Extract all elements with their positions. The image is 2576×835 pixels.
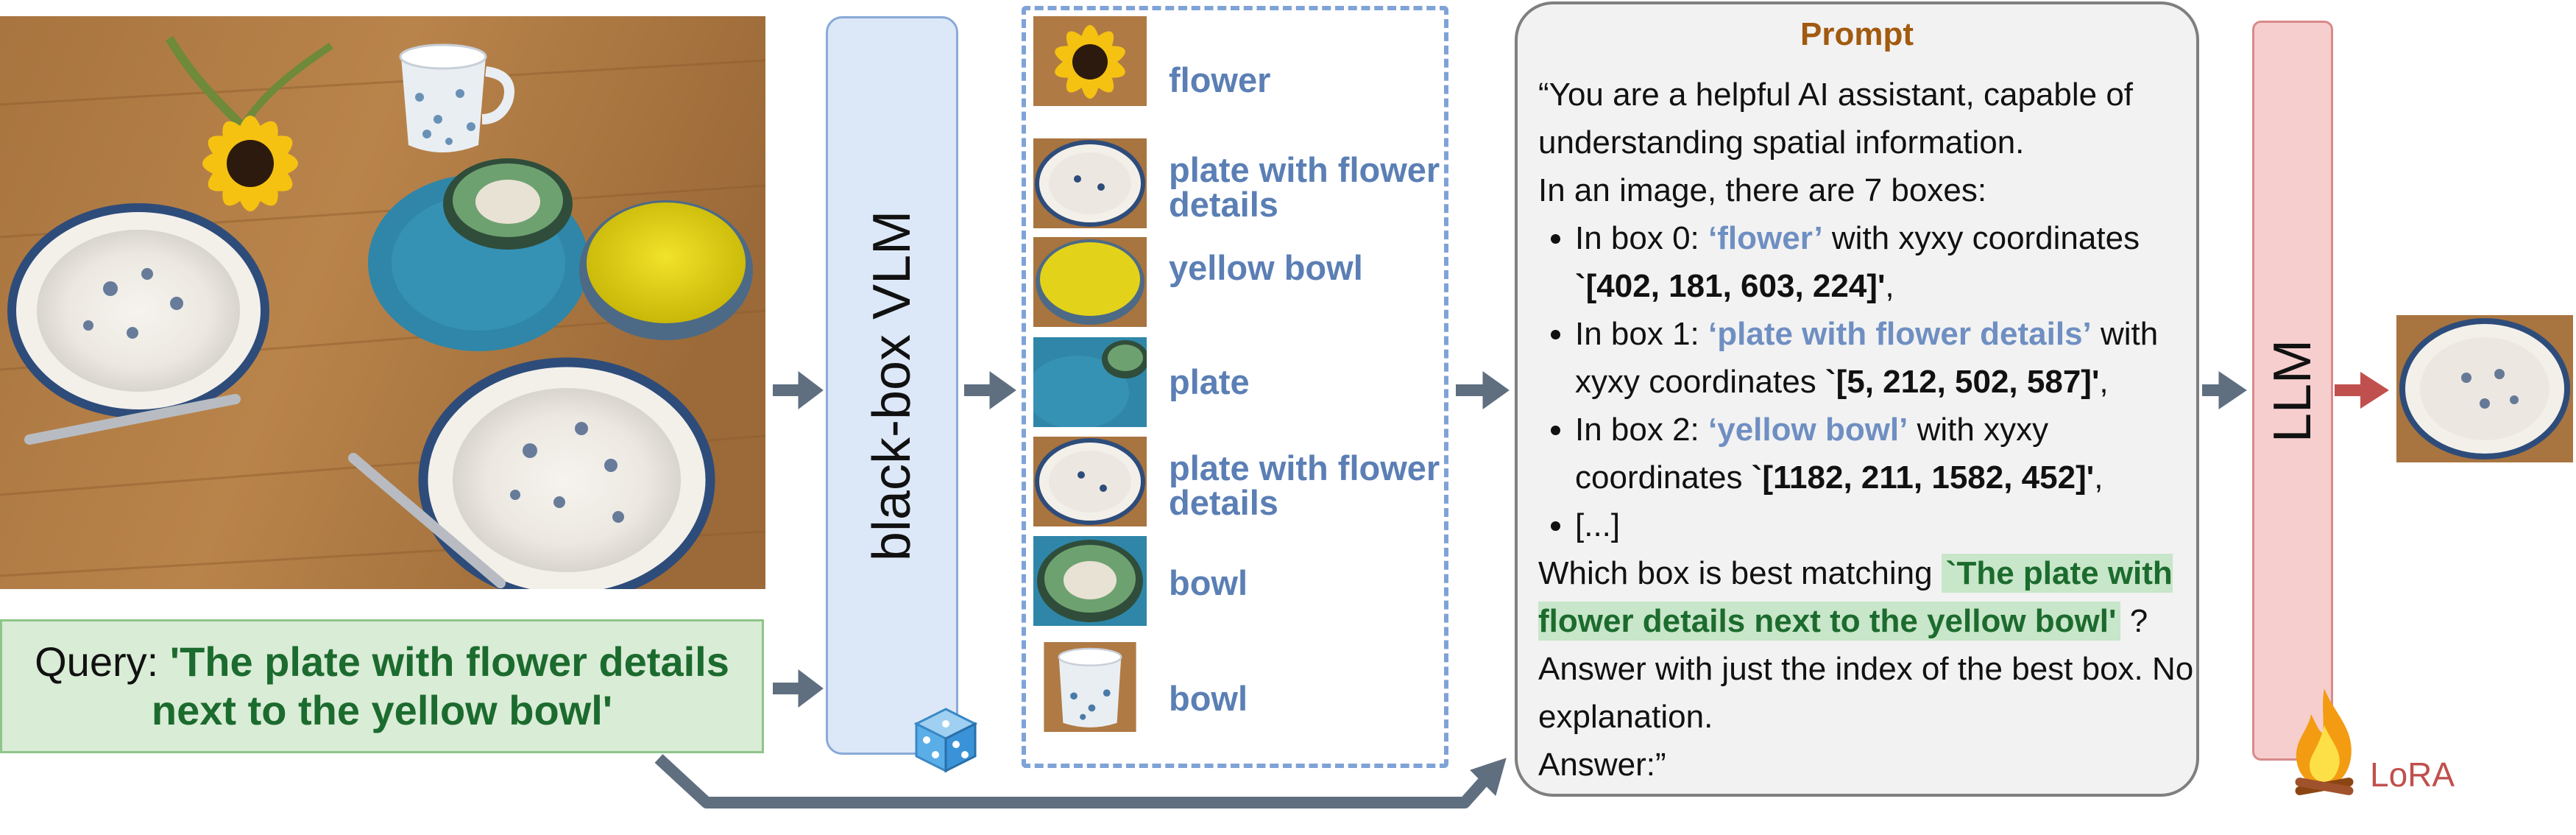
arrowhead-vlm-to-crops <box>989 371 1016 409</box>
arrowhead-llm-to-output <box>2360 372 2389 409</box>
arrowhead-query-to-vlm <box>798 669 824 708</box>
arrow-query-to-prompt <box>654 754 1487 808</box>
arrowhead-prompt-to-llm <box>2218 371 2247 409</box>
arrowhead-crops-to-prompt <box>1482 371 1510 409</box>
arrowhead-photo-to-vlm <box>798 370 824 410</box>
flow-arrows <box>654 370 2389 808</box>
